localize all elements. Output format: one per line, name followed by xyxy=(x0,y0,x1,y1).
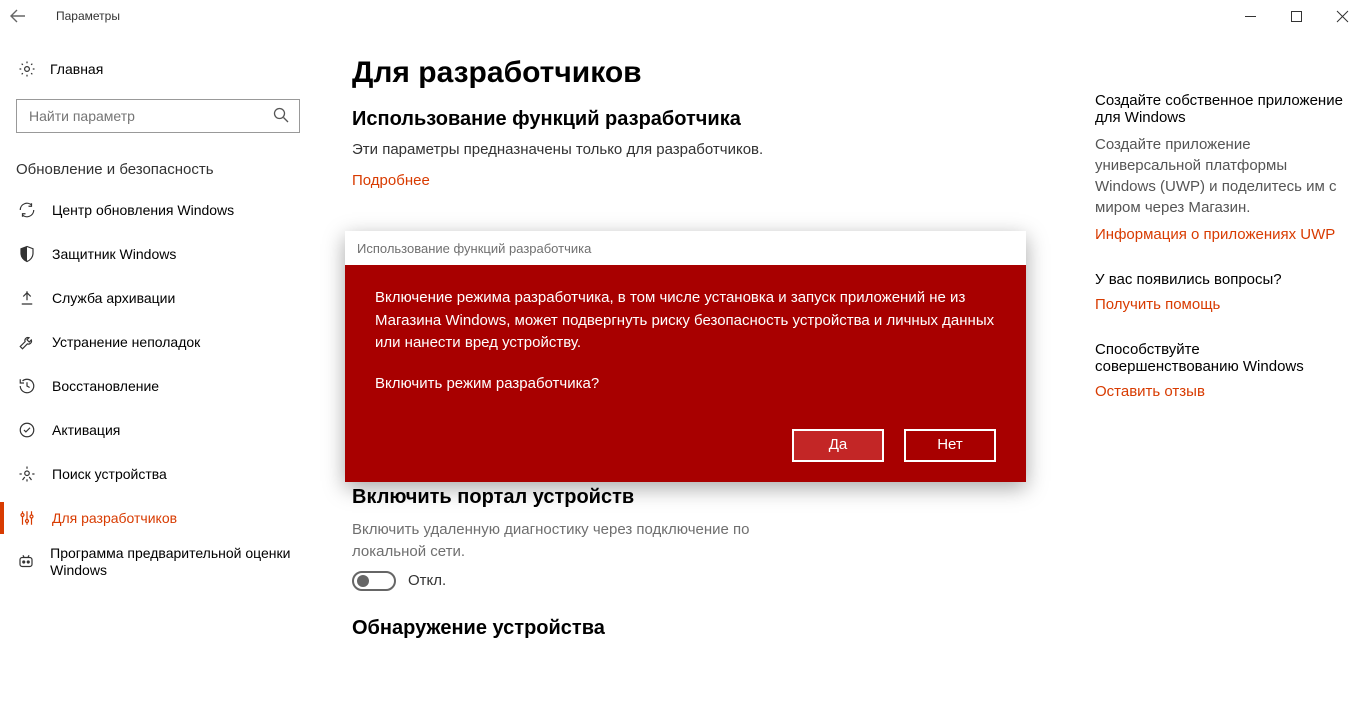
titlebar-title: Параметры xyxy=(40,9,120,23)
sidebar-item-label: Служба архивации xyxy=(52,290,175,306)
dialog-question: Включить режим разработчика? xyxy=(375,373,996,396)
aside-link-get-help[interactable]: Получить помощь xyxy=(1095,296,1345,313)
sidebar-item-troubleshoot[interactable]: Устранение неполадок xyxy=(0,320,326,364)
gear-icon xyxy=(16,60,38,78)
sidebar: Главная Обновление и безопасность Центр … xyxy=(0,32,326,726)
history-icon xyxy=(16,377,38,395)
search-box[interactable] xyxy=(16,99,300,133)
sidebar-item-developers[interactable]: Для разработчиков xyxy=(0,496,326,540)
confirm-dialog: Использование функций разработчика Включ… xyxy=(345,231,1026,482)
close-button[interactable] xyxy=(1319,0,1365,32)
shield-icon xyxy=(16,245,38,263)
sidebar-item-label: Устранение неполадок xyxy=(52,334,200,350)
section-developer-features-text: Эти параметры предназначены только для р… xyxy=(352,141,1071,158)
section-device-discovery-title: Обнаружение устройства xyxy=(352,617,1071,640)
backup-icon xyxy=(16,289,38,307)
minimize-button[interactable] xyxy=(1227,0,1273,32)
sidebar-item-label: Программа предварительной оценки Windows xyxy=(50,539,326,586)
toggle-thumb xyxy=(357,575,369,587)
dialog-no-button[interactable]: Нет xyxy=(904,429,996,462)
dialog-body: Включение режима разработчика, в том чис… xyxy=(345,265,1026,482)
sidebar-item-windows-update[interactable]: Центр обновления Windows xyxy=(0,188,326,232)
back-button[interactable] xyxy=(10,8,40,24)
sidebar-item-label: Для разработчиков xyxy=(52,510,177,526)
titlebar: Параметры xyxy=(0,0,1365,32)
sidebar-item-label: Поиск устройства xyxy=(52,466,167,482)
sidebar-section-header: Обновление и безопасность xyxy=(16,161,326,178)
locate-icon xyxy=(16,465,38,483)
search-icon xyxy=(273,107,289,126)
sync-icon xyxy=(16,201,38,219)
home-label: Главная xyxy=(50,61,103,77)
aside-title: У вас появились вопросы? xyxy=(1095,271,1345,288)
sidebar-item-label: Восстановление xyxy=(52,378,159,394)
toggle-state: Откл. xyxy=(408,572,446,589)
sidebar-item-defender[interactable]: Защитник Windows xyxy=(0,232,326,276)
home-button[interactable]: Главная xyxy=(16,47,326,91)
check-circle-icon xyxy=(16,421,38,439)
aside-link-uwp-info[interactable]: Информация о приложениях UWP xyxy=(1095,226,1345,243)
aside-title: Способствуйте совершенствованию Windows xyxy=(1095,341,1345,375)
wrench-icon xyxy=(16,333,38,351)
aside-link-feedback[interactable]: Оставить отзыв xyxy=(1095,383,1345,400)
maximize-button[interactable] xyxy=(1273,0,1319,32)
sidebar-item-insider[interactable]: Программа предварительной оценки Windows xyxy=(0,540,326,584)
sidebar-item-backup[interactable]: Служба архивации xyxy=(0,276,326,320)
dialog-title: Использование функций разработчика xyxy=(345,231,1026,265)
insider-icon xyxy=(16,553,36,571)
sidebar-item-label: Защитник Windows xyxy=(52,246,176,262)
aside-title: Создайте собственное приложение для Wind… xyxy=(1095,92,1345,126)
sidebar-item-label: Активация xyxy=(52,422,120,438)
dialog-text: Включение режима разработчика, в том чис… xyxy=(375,287,995,355)
search-input[interactable] xyxy=(27,107,273,125)
dialog-yes-button[interactable]: Да xyxy=(792,429,884,462)
learn-more-link[interactable]: Подробнее xyxy=(352,172,430,189)
sidebar-item-find-device[interactable]: Поиск устройства xyxy=(0,452,326,496)
device-portal-toggle[interactable]: Откл. xyxy=(352,571,1071,591)
section-developer-features-title: Использование функций разработчика xyxy=(352,108,1071,131)
section-device-portal-title: Включить портал устройств xyxy=(352,486,1071,509)
aside-block-questions: У вас появились вопросы? Получить помощь xyxy=(1095,271,1345,313)
aside-block-create-app: Создайте собственное приложение для Wind… xyxy=(1095,92,1345,243)
aside: Создайте собственное приложение для Wind… xyxy=(1095,32,1365,726)
sidebar-item-label: Центр обновления Windows xyxy=(52,202,234,218)
aside-block-feedback: Способствуйте совершенствованию Windows … xyxy=(1095,341,1345,400)
section-device-portal-desc: Включить удаленную диагностику через под… xyxy=(352,519,782,563)
toggle-track xyxy=(352,571,396,591)
page-title: Для разработчиков xyxy=(352,56,1071,90)
sidebar-item-activation[interactable]: Активация xyxy=(0,408,326,452)
aside-desc: Создайте приложение универсальной платфо… xyxy=(1095,134,1345,218)
sliders-icon xyxy=(16,509,38,527)
sidebar-item-recovery[interactable]: Восстановление xyxy=(0,364,326,408)
window-controls xyxy=(1227,0,1365,32)
